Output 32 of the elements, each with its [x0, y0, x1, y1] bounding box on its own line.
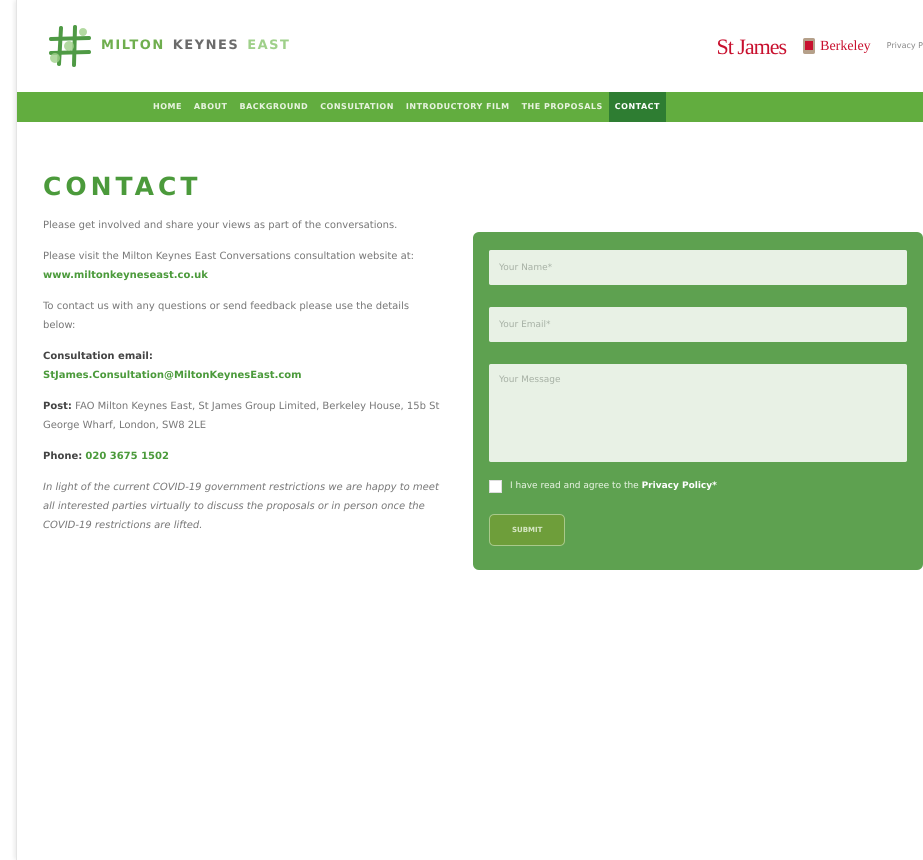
- phone-link[interactable]: 020 3675 1502: [85, 451, 169, 462]
- partner-logo: St James: [716, 32, 786, 60]
- page-heading: CONTACT: [43, 172, 202, 202]
- privacy-policy-link[interactable]: Privacy Policy*: [642, 481, 717, 491]
- logo-word: MILTON: [101, 37, 165, 56]
- nav-link[interactable]: INTRODUCTORY FILM: [400, 92, 516, 122]
- logo-word: EAST: [247, 37, 290, 56]
- logo-icon: [47, 24, 93, 68]
- email-link[interactable]: StJames.Consultation@MiltonKeynesEast.com: [43, 370, 302, 381]
- privacy-link[interactable]: Privacy P: [886, 40, 923, 52]
- contact-detail: Phone: 020 3675 1502: [43, 450, 170, 464]
- checkbox[interactable]: [489, 480, 502, 494]
- nav-link[interactable]: CONTACT: [608, 92, 666, 122]
- consent-text: I have read and agree to the Privacy Policy*: [510, 480, 717, 493]
- note-text: In light of the current COVID-19 government restrictions we are happy to meet all interested parties virtually to discuss the proposals or in person once the COVID-19 restrictions are lifted.: [43, 481, 440, 533]
- input-field[interactable]: Your Name*: [489, 250, 907, 285]
- nav-link[interactable]: THE PROPOSALS: [516, 92, 609, 122]
- partner-logo: Berkeley: [820, 38, 871, 56]
- paragraph: To contact us with any questions or send feedback please use the details below:: [43, 300, 410, 333]
- message-field[interactable]: Your Message: [489, 364, 907, 462]
- nav-link[interactable]: ABOUT: [188, 92, 234, 122]
- crest-icon: [802, 37, 816, 55]
- contact-detail: Post: FAO Milton Keynes East, St James Group Limited, Berkeley House, 15b St George Wharf, London, SW8 2LE: [43, 400, 440, 433]
- nav-link[interactable]: BACKGROUND: [233, 92, 314, 122]
- paragraph: Please visit the Milton Keynes East Conversations consultation website at: www.miltonkeyneseast.co.uk: [43, 250, 416, 283]
- logo-word: KEYNES: [172, 37, 240, 56]
- contact-detail: Consultation email: StJames.Consultation@MiltonKeynesEast.com: [43, 350, 303, 383]
- website-link[interactable]: www.miltonkeyneseast.co.uk: [43, 270, 208, 281]
- input-field[interactable]: Your Email*: [489, 307, 907, 342]
- nav-link[interactable]: CONSULTATION: [314, 92, 400, 122]
- paragraph: Please get involved and share your views as part of the conversations.: [43, 219, 398, 233]
- nav-link[interactable]: HOME: [147, 92, 188, 122]
